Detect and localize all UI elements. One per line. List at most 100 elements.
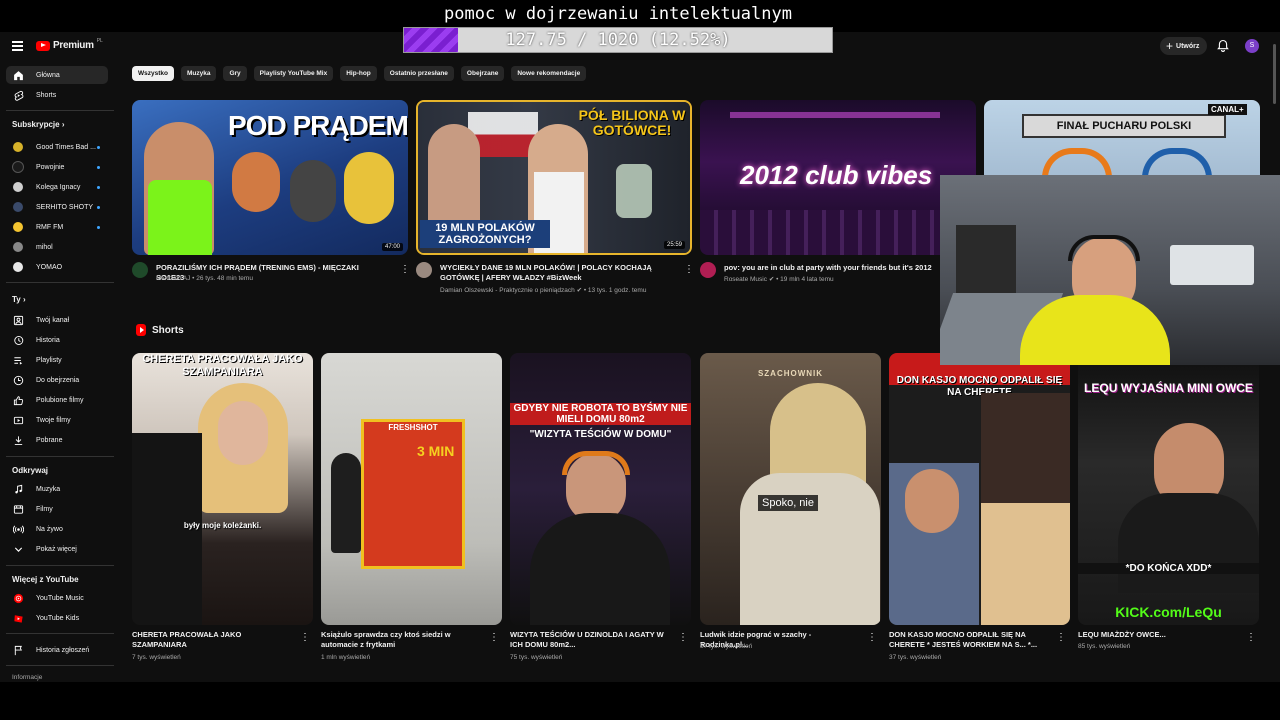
short-title[interactable]: LEQU MIAŻDŻY OWCE... xyxy=(1078,630,1238,640)
divider xyxy=(6,456,114,457)
chip-youtube-mix[interactable]: Playlisty YouTube Mix xyxy=(253,66,334,81)
sidebar-item-subscription[interactable]: RMF FM xyxy=(6,218,108,236)
sidebar-item-home[interactable]: Główna xyxy=(6,66,108,84)
video-duration: 25:59 xyxy=(663,241,685,249)
short-views: 85 tys. wyświetleń xyxy=(1078,643,1131,650)
short-watermark: KICK.com/LeQu xyxy=(1115,604,1222,620)
black-border-bottom xyxy=(0,682,1280,720)
short-thumbnail[interactable]: SZACHOWNIK Spoko, nie xyxy=(700,353,881,625)
sidebar-item-your-channel[interactable]: Twój kanał xyxy=(6,311,108,329)
short-thumbnail[interactable]: CHERETA PRACOWAŁA JAKO SZAMPANIARA były … xyxy=(132,353,313,625)
sidebar-item-subscription[interactable]: Powojnie xyxy=(6,158,108,176)
short-thumbnail[interactable]: GDYBY NIE ROBOTA TO BYŚMY NIE MIELI DOMU… xyxy=(510,353,691,625)
sidebar-item-subscription[interactable]: SERHITO SHOTY xyxy=(6,198,108,216)
short-thumbnail[interactable]: DON KASJO MOCNO ODPALIŁ SIĘ NA CHERETE xyxy=(889,353,1070,625)
download-icon xyxy=(12,434,24,446)
shorts-section-heading: Shorts xyxy=(136,324,184,336)
more-options-icon[interactable]: ⋮ xyxy=(400,264,410,276)
sidebar-item-films[interactable]: Filmy xyxy=(6,500,108,518)
chip-new-recommendations[interactable]: Nowe rekomendacje xyxy=(511,66,587,81)
more-options-icon[interactable]: ⋮ xyxy=(1056,632,1066,644)
sidebar-item-watch-later[interactable]: Do obejrzenia xyxy=(6,371,108,389)
create-button[interactable]: + Utwórz xyxy=(1160,37,1208,55)
you-heading[interactable]: Ty › xyxy=(12,295,26,304)
subscriptions-heading[interactable]: Subskrypcje › xyxy=(12,120,64,129)
short-thumbnail[interactable]: LEQU WYJAŚNIA MINI OWCE *DO KOŃCA XDD* K… xyxy=(1078,353,1259,625)
sidebar-item-label: YouTube Music xyxy=(36,594,84,602)
chip-games[interactable]: Gry xyxy=(223,66,247,81)
thumbnail-caption: 2012 club vibes xyxy=(740,160,933,190)
channel-avatar[interactable] xyxy=(132,262,148,278)
channel-avatar[interactable] xyxy=(700,262,716,278)
chip-music[interactable]: Muzyka xyxy=(180,66,217,81)
more-options-icon[interactable]: ⋮ xyxy=(300,632,310,644)
music-icon xyxy=(12,483,24,495)
footer-info-link[interactable]: Informacje xyxy=(12,674,42,681)
sidebar-item-history[interactable]: Historia xyxy=(6,331,108,349)
sidebar-item-label: RMF FM xyxy=(36,223,64,231)
more-options-icon[interactable]: ⋮ xyxy=(489,632,499,644)
sidebar-item-subscription[interactable]: Good Times Bad ... xyxy=(6,138,108,156)
history-icon xyxy=(12,334,24,346)
notifications-bell-icon[interactable] xyxy=(1216,39,1230,53)
short-title[interactable]: WIZYTA TEŚCIÓW U DZINOLDA I AGATY W ICH … xyxy=(510,630,670,650)
chip-hip-hop[interactable]: Hip-hop xyxy=(340,66,377,81)
short-person-shirt xyxy=(1118,493,1259,593)
sidebar-item-music[interactable]: Muzyka xyxy=(6,480,108,498)
home-icon xyxy=(12,69,24,81)
sidebar-item-subscription[interactable]: Kolega Ignacy xyxy=(6,178,108,196)
short-title[interactable]: CHERETA PRACOWAŁA JAKO SZAMPANIARA xyxy=(132,630,292,650)
sidebar-item-your-videos[interactable]: Twoje filmy xyxy=(6,411,108,429)
channel-avatar[interactable] xyxy=(416,262,432,278)
verified-icon: ✔ xyxy=(576,287,583,294)
machine-brand: FRESHSHOT xyxy=(388,423,438,432)
sidebar-item-subscription[interactable]: mihol xyxy=(6,238,108,256)
video-title[interactable]: WYCIEKŁY DANE 19 MLN POLAKÓW! | POLACY K… xyxy=(440,263,670,283)
sidebar-item-live[interactable]: Na żywo xyxy=(6,520,108,538)
channel-name[interactable]: Damian Olszewski - Praktycznie o pieniąd… xyxy=(440,287,575,294)
more-options-icon[interactable]: ⋮ xyxy=(678,632,688,644)
thumbnail-caption-secondary: 19 MLN POLAKÓW ZAGROŻONYCH? xyxy=(420,220,550,248)
sidebar-item-playlists[interactable]: Playlisty xyxy=(6,351,108,369)
chip-recently-uploaded[interactable]: Ostatnio przesłane xyxy=(383,66,454,81)
short-person xyxy=(331,453,361,553)
sidebar-item-label: Powojnie xyxy=(36,163,65,171)
short-subtitle: "WIZYTA TEŚCIÓW W DOMU" xyxy=(529,429,672,440)
short-title[interactable]: Książulo sprawdza czy ktoś siedzi w auto… xyxy=(321,630,481,650)
video-channel-stats: Mieczaki AJ • 26 tys. 48 min temu xyxy=(156,275,253,282)
sidebar-item-liked-videos[interactable]: Polubione filmy xyxy=(6,391,108,409)
thumbnail-jar xyxy=(616,164,652,218)
machine-sign: 3 MIN xyxy=(417,443,455,459)
plus-icon: + xyxy=(1166,39,1174,53)
video-thumbnail[interactable]: 2012 club vibes xyxy=(700,100,976,255)
sidebar-item-shorts[interactable]: Shorts xyxy=(6,86,108,104)
sidebar-item-downloads[interactable]: Pobrane xyxy=(6,431,108,449)
sidebar-item-subscription[interactable]: YOMAO xyxy=(6,258,108,276)
watch-later-icon xyxy=(12,374,24,386)
youtube-premium-logo[interactable]: Premium PL xyxy=(36,38,103,51)
video-thumbnail[interactable]: POD PRĄDEM 47:00 xyxy=(132,100,408,255)
logo-text: Premium xyxy=(53,40,94,51)
chip-all[interactable]: Wszystko xyxy=(132,66,174,81)
video-thumbnail[interactable]: PÓŁ BILIONA W GOTÓWCE! 19 MLN POLAKÓW ZA… xyxy=(416,100,692,255)
short-thumbnail[interactable]: FRESHSHOT 3 MIN xyxy=(321,353,502,625)
chip-watched[interactable]: Obejrzane xyxy=(460,66,505,81)
more-options-icon[interactable]: ⋮ xyxy=(684,264,694,276)
sidebar-item-youtube-kids[interactable]: YouTube Kids xyxy=(6,609,108,627)
sidebar-item-show-more[interactable]: Pokaż więcej xyxy=(6,540,108,558)
sidebar-item-youtube-music[interactable]: YouTube Music xyxy=(6,589,108,607)
account-avatar[interactable]: S xyxy=(1245,39,1259,53)
sidebar-item-report-history[interactable]: Historia zgłoszeń xyxy=(6,641,108,659)
new-content-dot xyxy=(97,166,100,169)
scrollbar-thumb[interactable] xyxy=(1273,44,1276,104)
channel-name[interactable]: Roseate Music xyxy=(724,276,767,283)
overlay-progress-bar: 127.75 / 1020 (12.52%) xyxy=(403,27,833,53)
sidebar-item-label: Muzyka xyxy=(36,485,61,493)
channel-name[interactable]: Mieczaki AJ xyxy=(156,275,190,282)
menu-icon[interactable] xyxy=(12,41,23,51)
short-title[interactable]: DON KASJO MOCNO ODPALIŁ SIĘ NA CHERETE *… xyxy=(889,630,1049,650)
sidebar-item-label: Good Times Bad ... xyxy=(36,143,96,151)
sidebar-item-label: Filmy xyxy=(36,505,53,513)
video-title[interactable]: pov: you are in club at party with your … xyxy=(724,263,954,273)
new-content-dot xyxy=(97,186,100,189)
